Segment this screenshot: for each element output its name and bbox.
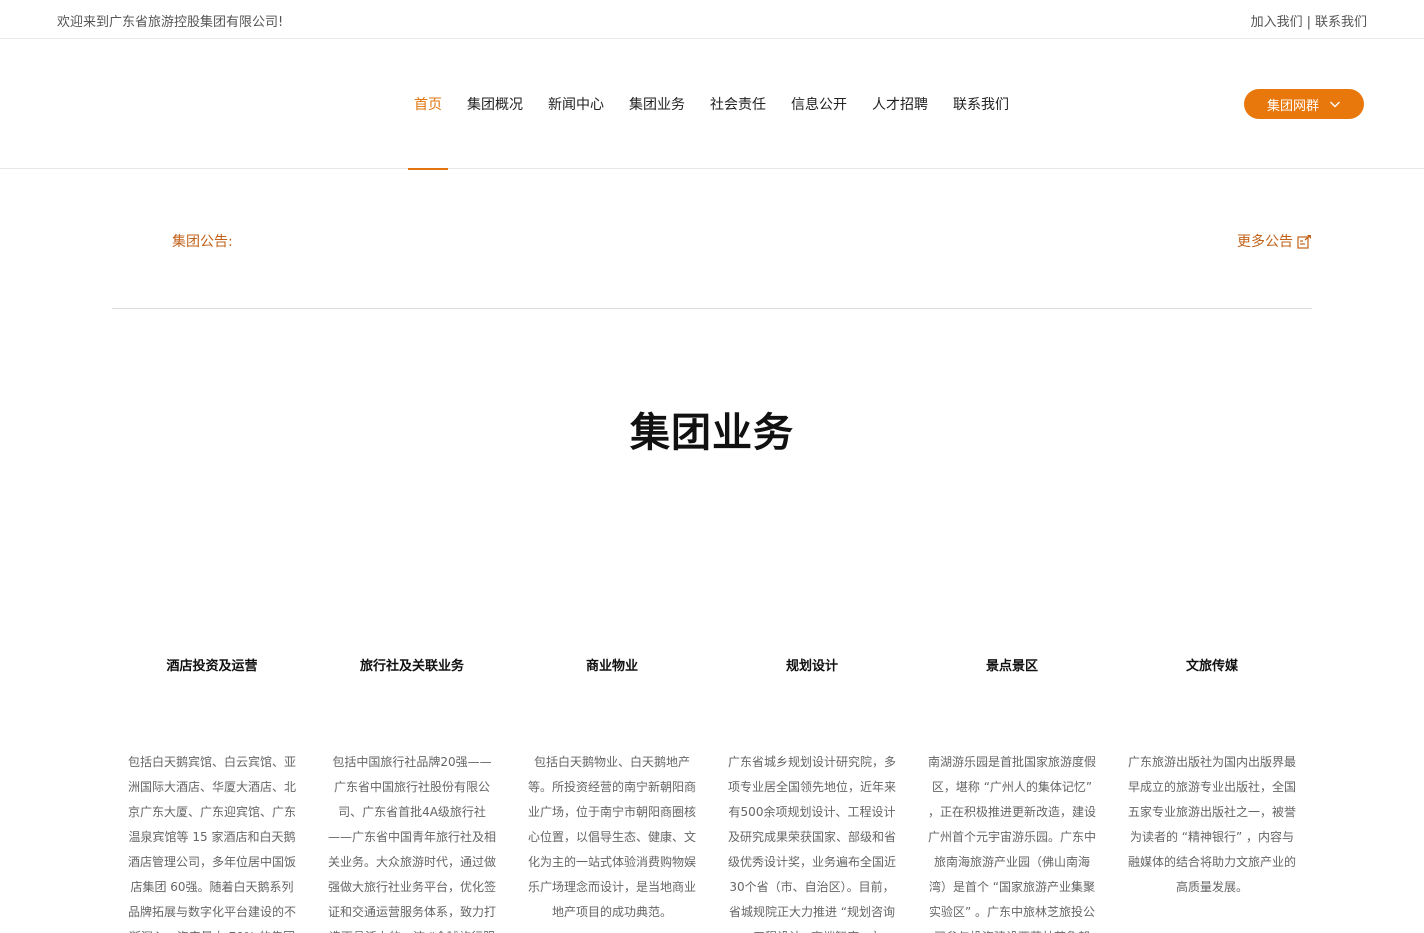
main-nav: 首页 集团概况 新闻中心 集团业务 社会责任 信息公开 人才招聘 联系我们 (408, 39, 1028, 170)
group-network-label: 集团网群 (1266, 98, 1319, 114)
business-description: 南湖游乐园是首批国家旅游度假区，堪称 “广州人的集体记忆” ，正在积极推进更新改… (927, 755, 1096, 933)
top-bar: 欢迎来到广东省旅游控股集团有限公司! 加入我们 | 联系我们 (0, 0, 1424, 39)
nav-item-social-responsibility[interactable]: 社会责任 (704, 39, 772, 169)
business-item-scenic-spots[interactable]: 景点景区 南湖游乐园是首批国家旅游度假区，堪称 “广州人的集体记忆” ，正在积极… (912, 655, 1112, 933)
join-us-link[interactable]: 加入我们 (1251, 15, 1303, 30)
nav-item-group-business[interactable]: 集团业务 (623, 39, 691, 169)
group-network-dropdown-button[interactable]: 集团网群 (1244, 89, 1364, 119)
welcome-text: 欢迎来到广东省旅游控股集团有限公司! (57, 15, 284, 30)
nav-item-home[interactable]: 首页 (408, 39, 448, 170)
business-description: 广东省城乡规划设计研究院，多项专业居全国领先地位，近年来有500余项规划设计、工… (727, 755, 896, 933)
external-link-icon (1297, 234, 1311, 249)
contact-us-link[interactable]: 联系我们 (1315, 15, 1367, 30)
business-item-planning-design[interactable]: 规划设计 广东省城乡规划设计研究院，多项专业居全国领先地位，近年来有500余项规… (712, 655, 912, 933)
nav-item-info-disclosure[interactable]: 信息公开 (785, 39, 853, 169)
nav-item-recruitment[interactable]: 人才招聘 (866, 39, 934, 169)
announcement-bar: 集团公告: 更多公告 (112, 170, 1312, 309)
announcement-label: 集团公告: (172, 234, 233, 250)
business-description: 包括中国旅行社品牌20强——广东省中国旅行社股份有限公司、广东省首批4A级旅行社… (327, 755, 496, 933)
business-description: 包括白天鹅物业、白天鹅地产等。所投资经营的南宁新朝阳商业广场，位于南宁市朝阳商圈… (527, 755, 696, 919)
business-name: 规划设计 (785, 659, 838, 674)
business-name: 酒店投资及运营 (166, 659, 258, 674)
business-item-commercial-property[interactable]: 商业物业 包括白天鹅物业、白天鹅地产等。所投资经营的南宁新朝阳商业广场，位于南宁… (512, 655, 712, 933)
business-item-hotel[interactable]: 酒店投资及运营 包括白天鹅宾馆、白云宾馆、亚洲国际大酒店、华厦大酒店、北京广东大… (112, 655, 312, 933)
business-name: 商业物业 (585, 659, 638, 674)
business-description: 包括白天鹅宾馆、白云宾馆、亚洲国际大酒店、华厦大酒店、北京广东大厦、广东迎宾馆、… (127, 755, 296, 933)
top-links: 加入我们 | 联系我们 (1251, 11, 1367, 30)
nav-item-contact[interactable]: 联系我们 (947, 39, 1015, 169)
chevron-down-icon (1330, 101, 1340, 108)
nav-item-group-overview[interactable]: 集团概况 (461, 39, 529, 169)
section-title: 集团业务 (630, 410, 794, 456)
top-links-separator: | (1306, 15, 1311, 30)
business-item-culture-media[interactable]: 文旅传媒 广东旅游出版社为国内出版界最早成立的旅游专业出版社，全国五家专业旅游出… (1112, 655, 1312, 933)
header: 首页 集团概况 新闻中心 集团业务 社会责任 信息公开 人才招聘 联系我们 集团… (0, 39, 1424, 170)
more-announcements-link[interactable]: 更多公告 (1237, 231, 1312, 251)
business-name: 旅行社及关联业务 (359, 659, 464, 674)
business-name: 文旅传媒 (1185, 659, 1238, 674)
nav-item-news-center[interactable]: 新闻中心 (542, 39, 610, 169)
business-grid: 酒店投资及运营 包括白天鹅宾馆、白云宾馆、亚洲国际大酒店、华厦大酒店、北京广东大… (112, 655, 1312, 933)
business-item-travel-agency[interactable]: 旅行社及关联业务 包括中国旅行社品牌20强——广东省中国旅行社股份有限公司、广东… (312, 655, 512, 933)
more-announcements-label: 更多公告 (1237, 234, 1293, 250)
business-description: 广东旅游出版社为国内出版界最早成立的旅游专业出版社，全国五家专业旅游出版社之一，… (1127, 755, 1296, 894)
business-name: 景点景区 (985, 659, 1038, 674)
